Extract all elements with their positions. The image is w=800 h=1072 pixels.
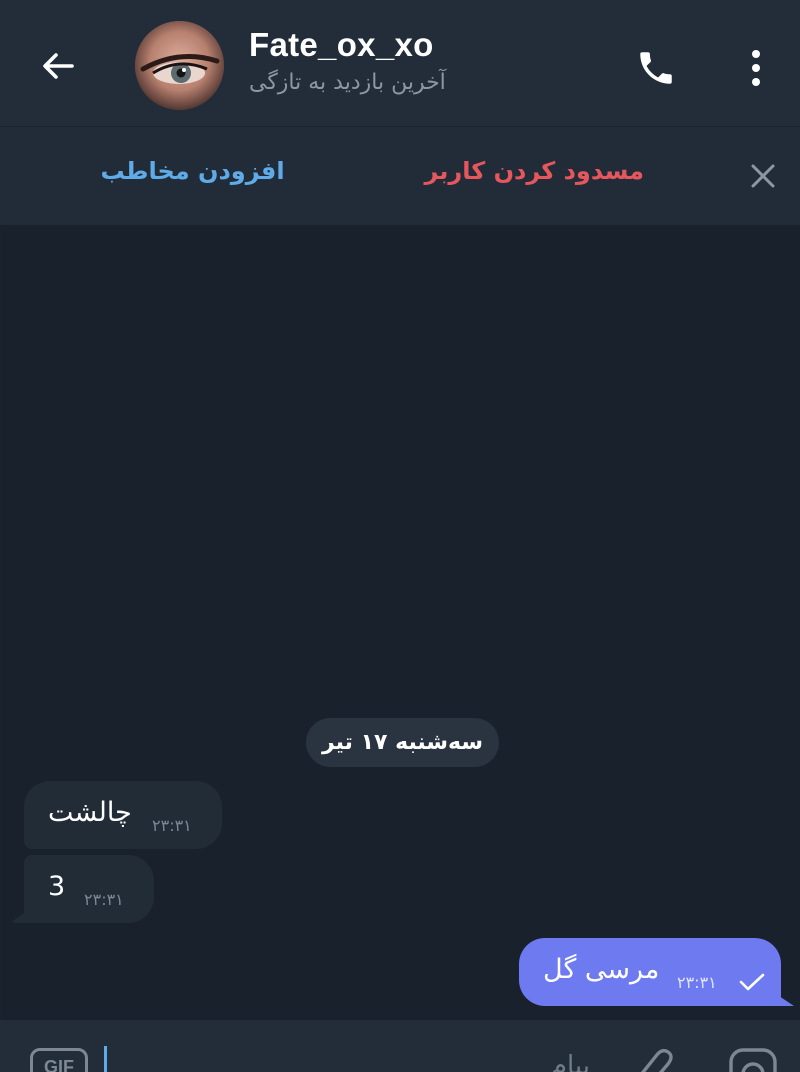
more-vertical-icon — [752, 50, 760, 86]
close-icon — [751, 164, 775, 188]
outgoing-message[interactable]: مرسی گل ۲۳:۳۱ — [519, 938, 781, 1006]
call-button[interactable] — [628, 40, 684, 96]
last-seen-status: آخرین بازدید به تازگی — [249, 70, 446, 95]
message-time: ۲۳:۳۱ — [677, 973, 717, 992]
avatar-image — [135, 21, 224, 110]
message-text: مرسی گل — [543, 954, 660, 985]
avatar[interactable] — [135, 21, 224, 110]
arrow-left-icon — [43, 53, 74, 79]
camera-button[interactable] — [726, 1046, 780, 1072]
message-time: ۲۳:۳۱ — [84, 890, 124, 909]
close-action-bar-button[interactable] — [740, 153, 786, 199]
chat-header: Fate_ox_xo آخرین بازدید به تازگی — [0, 0, 800, 127]
add-contact-button[interactable]: افزودن مخاطب — [100, 157, 285, 185]
message-text: چالشت — [48, 797, 132, 828]
incoming-message[interactable]: ۲۳:۳۱ چالشت — [24, 781, 222, 849]
text-cursor — [104, 1046, 107, 1072]
message-list[interactable]: سه‌شنبه ۱۷ تیر ۲۳:۳۱ چالشت 3 ۲۳:۳۱ مرسی … — [0, 225, 800, 1020]
check-icon — [739, 973, 765, 991]
camera-icon — [729, 1048, 777, 1072]
more-menu-button[interactable] — [730, 40, 782, 96]
chat-screen: Fate_ox_xo آخرین بازدید به تازگی افزودن … — [0, 0, 800, 1072]
chat-title[interactable]: Fate_ox_xo — [249, 26, 434, 64]
message-time: ۲۳:۳۱ — [152, 816, 192, 835]
contact-action-bar: افزودن مخاطب مسدود کردن کاربر — [0, 127, 800, 225]
paperclip-icon — [641, 1048, 673, 1072]
gif-button[interactable]: GIF — [30, 1048, 88, 1072]
incoming-message[interactable]: 3 ۲۳:۳۱ — [24, 855, 154, 923]
phone-icon — [640, 52, 672, 84]
composer-bar: GIF — [0, 1020, 800, 1072]
message-input[interactable] — [110, 1046, 590, 1072]
message-text: 3 — [48, 871, 66, 902]
attach-button[interactable] — [632, 1046, 682, 1072]
date-separator: سه‌شنبه ۱۷ تیر — [306, 718, 499, 767]
block-user-button[interactable]: مسدود کردن کاربر — [424, 157, 644, 185]
back-button[interactable] — [30, 38, 86, 94]
